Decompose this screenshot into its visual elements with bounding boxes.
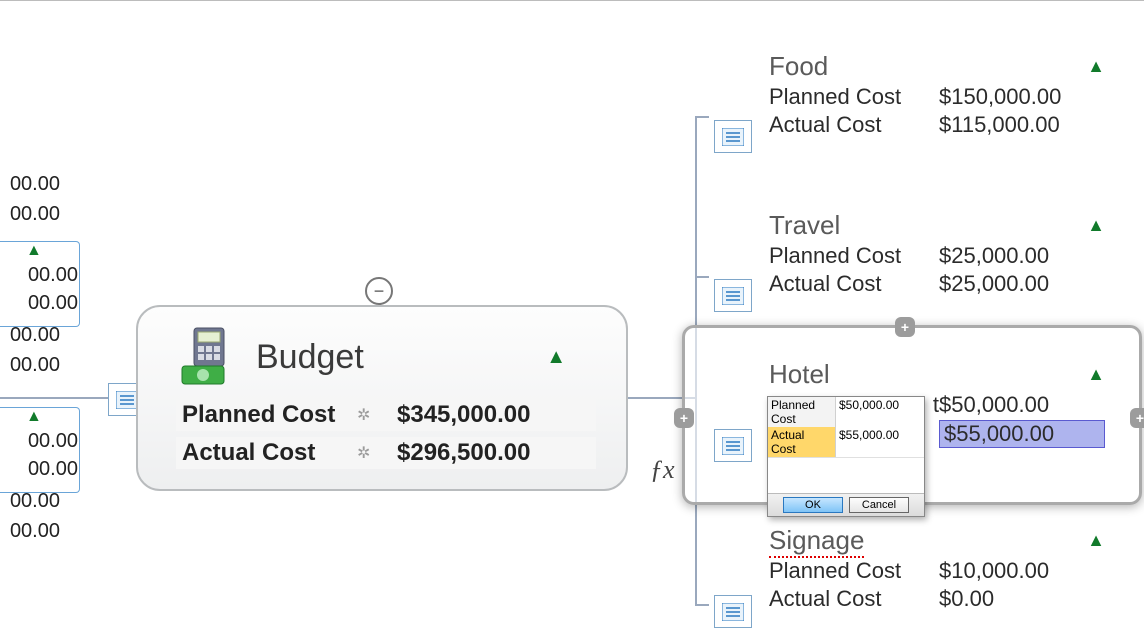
row-value: $115,000.00 [939,112,1105,138]
expand-icon[interactable]: ▲ [1087,364,1105,385]
row-label: Actual Cost [769,112,939,138]
row-label: Planned Cost [769,84,939,110]
expand-icon[interactable]: ▲ [1087,56,1105,77]
connector [695,276,709,278]
popup-blank-area[interactable] [768,457,924,493]
child-node-food[interactable]: Food ▲ Planned Cost $150,000.00 Actual C… [769,51,1105,138]
row-value: $25,000.00 [939,243,1105,269]
value-editor-popup[interactable]: Planned Cost $50,000.00 Actual Cost $55,… [767,396,925,517]
popup-row[interactable]: Planned Cost $50,000.00 [768,397,924,427]
row-label: Actual Cost [769,586,939,612]
cropped-node[interactable]: ▲ 00.00 00.00 [0,407,80,493]
row-value: $296,500.00 [387,439,590,467]
connector [695,116,709,118]
row-value-editing[interactable]: $55,000.00 [939,420,1105,448]
budget-icon [176,326,238,388]
popup-value[interactable]: $50,000.00 [836,397,924,427]
row-label: Actual Cost [182,439,357,467]
row-value: $25,000.00 [939,271,1105,297]
budget-node[interactable]: Budget ▲ Planned Cost ✲ $345,000.00 Actu… [136,305,628,491]
notes-icon[interactable] [714,120,752,153]
row-value: $345,000.00 [387,401,590,429]
notes-icon[interactable] [714,279,752,312]
row-value: $10,000.00 [939,558,1105,584]
expand-icon[interactable]: ▲ [1087,530,1105,551]
cropped-value: 00.00 [0,458,78,481]
cropped-value: 00.00 [0,430,78,453]
row-label: Planned Cost [182,401,357,429]
popup-row-active[interactable]: Actual Cost $55,000.00 [768,427,924,457]
row-value: $50,000.00 [939,392,1105,418]
fx-indicator[interactable]: ƒx [650,455,675,485]
row-label: Planned Cost [769,558,939,584]
expand-icon[interactable]: ▲ [1087,215,1105,236]
row-label: Actual Cost [769,271,939,297]
popup-label: Actual Cost [768,427,836,457]
gear-icon[interactable]: ✲ [357,443,387,463]
expand-icon[interactable]: ▲ [26,242,42,260]
gear-icon[interactable]: ✲ [357,405,387,425]
cancel-button[interactable]: Cancel [849,497,909,513]
child-node-signage[interactable]: Signage ▲ Planned Cost $10,000.00 Actual… [769,525,1105,612]
expand-icon[interactable]: ▲ [26,408,42,426]
connector [695,604,709,606]
notes-icon[interactable] [714,595,752,628]
child-title: Travel [769,210,840,241]
child-title: Signage [769,525,864,556]
ok-button[interactable]: OK [783,497,843,513]
row-value: $0.00 [939,586,1105,612]
child-title: Hotel [769,359,830,390]
row-label: Planned Cost [769,243,939,269]
collapse-button[interactable]: − [365,277,393,305]
budget-title: Budget [256,338,528,377]
cropped-node[interactable]: ▲ 00.00 00.00 [0,241,80,327]
list-glyph-icon [116,391,138,409]
popup-value[interactable]: $55,000.00 [836,427,924,457]
child-node-travel[interactable]: Travel ▲ Planned Cost $25,000.00 Actual … [769,210,1105,297]
notes-icon[interactable] [714,429,752,462]
row-value: $150,000.00 [939,84,1105,110]
add-sibling-right-icon[interactable]: + [1130,408,1144,428]
add-sibling-left-icon[interactable]: + [674,408,694,428]
cropped-value: 00.00 [0,292,78,315]
popup-label: Planned Cost [768,397,836,427]
collapse-icon[interactable]: ▲ [546,346,566,369]
budget-row-planned: Planned Cost ✲ $345,000.00 [176,399,596,431]
child-title: Food [769,51,828,82]
cropped-value: 00.00 [0,264,78,287]
budget-row-actual: Actual Cost ✲ $296,500.00 [176,437,596,469]
add-sibling-top-icon[interactable]: + [895,317,915,337]
